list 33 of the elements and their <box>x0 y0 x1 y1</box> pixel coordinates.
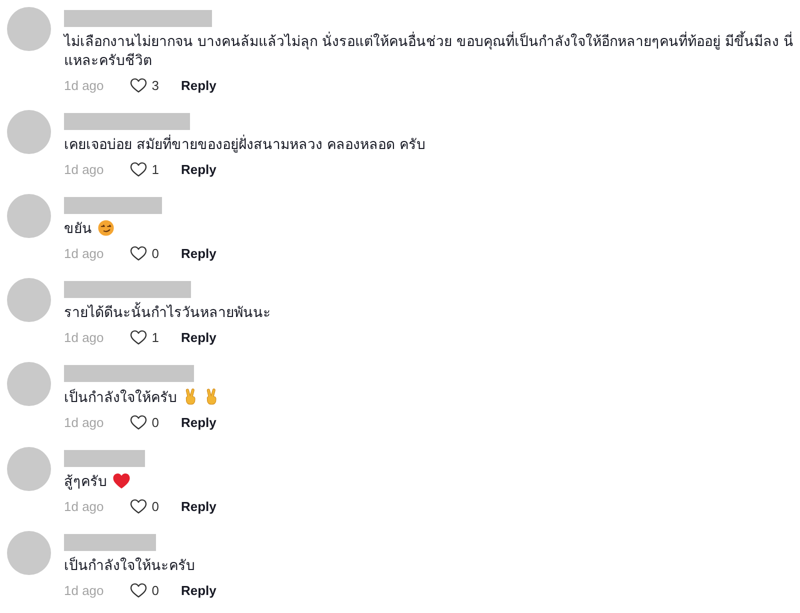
avatar-placeholder <box>7 362 51 406</box>
timestamp: 1d ago <box>64 498 104 514</box>
comment-text: เป็นกำลังใจให้ครับ <box>64 390 177 406</box>
like-button[interactable]: 3 <box>130 78 159 92</box>
avatar-placeholder <box>7 7 51 51</box>
like-button[interactable]: 0 <box>130 582 159 598</box>
like-button[interactable]: 0 <box>130 498 159 514</box>
reply-button[interactable]: Reply <box>181 414 216 430</box>
avatar-placeholder <box>7 194 51 238</box>
like-button[interactable]: 0 <box>130 246 159 260</box>
comment-text: สู้ๆครับ <box>64 474 107 490</box>
like-button[interactable]: 1 <box>130 162 159 176</box>
timestamp: 1d ago <box>64 78 104 92</box>
timestamp: 1d ago <box>64 582 104 598</box>
reply-button[interactable]: Reply <box>181 498 216 514</box>
timestamp: 1d ago <box>64 246 104 260</box>
avatar-placeholder <box>7 110 51 154</box>
like-button[interactable]: 0 <box>130 414 159 430</box>
avatar-placeholder <box>7 447 51 491</box>
reply-button[interactable]: Reply <box>181 246 216 260</box>
reply-button[interactable]: Reply <box>181 582 216 598</box>
reply-button[interactable]: Reply <box>181 78 216 92</box>
like-button[interactable]: 1 <box>130 330 159 344</box>
reply-button[interactable]: Reply <box>181 330 216 344</box>
timestamp: 1d ago <box>64 414 104 430</box>
avatar-placeholder <box>7 531 51 575</box>
comment-text: ขยัน <box>64 221 92 237</box>
timestamp: 1d ago <box>64 330 104 344</box>
comment-text: เคยเจอบ่อย สมัยที่ขายของอยู่ฝั่งสนามหลวง คลองหลอด ครับ <box>64 137 426 153</box>
avatar-placeholder <box>7 278 51 322</box>
timestamp: 1d ago <box>64 162 104 176</box>
reply-button[interactable]: Reply <box>181 162 216 176</box>
comment-text: เป็นกำลังใจให้นะครับ <box>64 558 195 574</box>
